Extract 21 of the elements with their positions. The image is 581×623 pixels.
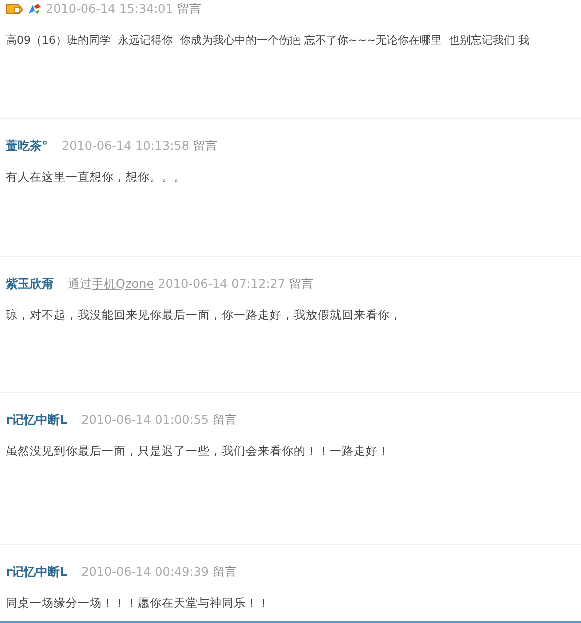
message-action: 留言: [193, 138, 218, 154]
author-name[interactable]: 蕫吃茶°: [6, 138, 48, 154]
message-text: 虽然没见到你最后一面，只是迟了一些，我们会来看你的！！一路走好！: [6, 444, 391, 459]
message-text: 同桌一场缘分一场！！！愿你在天堂与神同乐！！: [6, 596, 271, 611]
message-time: 2010-06-14 10:13:58: [62, 139, 190, 153]
message-text: 高09（16）班的同学 永远记得你 你成为我心中的一个伤疤 忘不了你~~~无论你在哪里 也别忘记我们 我: [6, 33, 531, 48]
via-label: 通过: [68, 276, 92, 292]
author-name[interactable]: 紫玉欣甭: [6, 276, 54, 292]
message-text: 琼，对不起，我没能回来见你最后一面，你一路走好，我放假就回来看你，: [6, 308, 403, 323]
message-time: 2010-06-14 00:49:39: [82, 565, 210, 579]
colorful-logo-icon: [28, 3, 42, 15]
message-time: 2010-06-14 15:34:01: [46, 2, 174, 16]
message-action: 留言: [213, 412, 238, 428]
message-text: 有人在这里一直想你，想你。。。: [6, 170, 187, 185]
message-action: 留言: [177, 0, 202, 18]
message-action: 留言: [213, 564, 238, 580]
author-name[interactable]: r记忆中断L: [6, 564, 68, 580]
message-time: 2010-06-14 07:12:27: [158, 277, 286, 291]
message-time: 2010-06-14 01:00:55: [82, 413, 210, 427]
message-action: 留言: [290, 276, 314, 292]
author-name[interactable]: r记忆中断L: [6, 412, 68, 428]
